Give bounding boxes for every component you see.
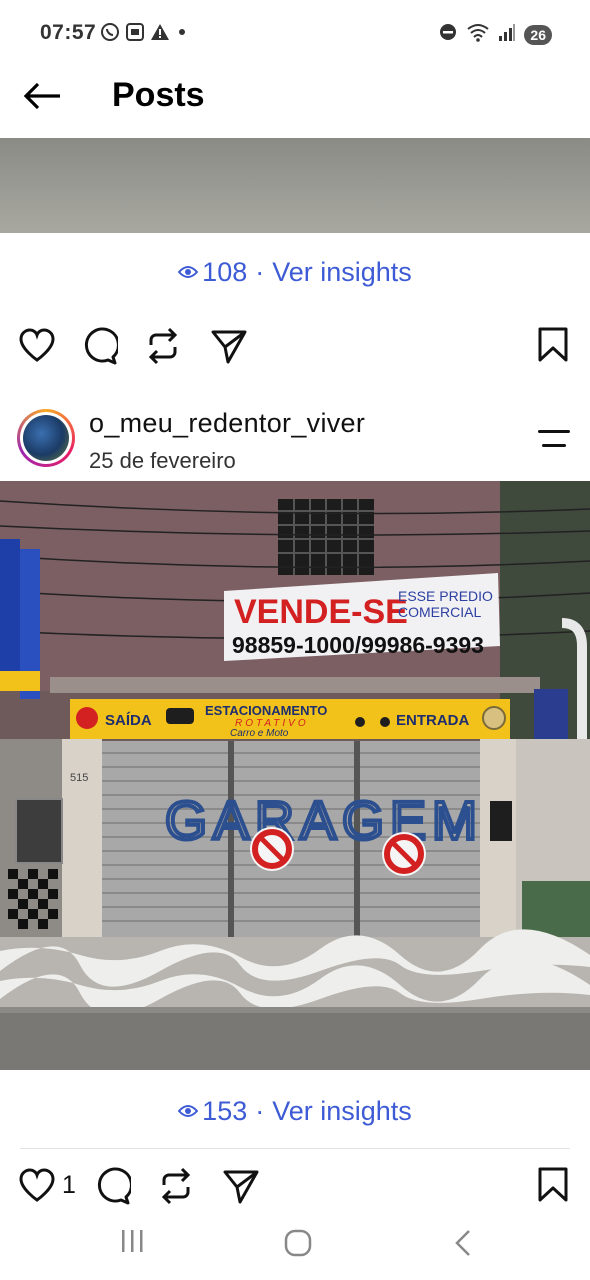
divider: [20, 1148, 570, 1149]
comment-button[interactable]: [93, 1167, 133, 1210]
post-actions: 1: [0, 1162, 590, 1212]
recents-button[interactable]: [118, 1228, 148, 1259]
comment-button[interactable]: [80, 327, 120, 370]
top-bar: Posts: [0, 68, 590, 128]
more-options-button[interactable]: [536, 426, 572, 452]
page-title: Posts: [112, 76, 205, 114]
like-button[interactable]: [18, 1167, 56, 1208]
heart-icon: [18, 1167, 56, 1208]
back-icon: [452, 1228, 474, 1263]
previous-post-actions: [0, 322, 590, 372]
banner-exit-text: SAÍDA: [105, 712, 152, 729]
graffiti-text: GARAGEM: [165, 791, 483, 851]
comment-icon: [93, 1167, 133, 1210]
share-button[interactable]: [210, 327, 248, 370]
status-bar: 07:57 26: [0, 0, 590, 68]
comment-icon: [80, 327, 120, 370]
more-icon: [536, 430, 572, 456]
banner-center-sub2: Carro e Moto: [230, 728, 289, 739]
notification-icons: [100, 22, 189, 47]
arrow-left-icon: [22, 81, 62, 116]
bookmark-icon: [537, 1167, 569, 1208]
back-button[interactable]: [22, 80, 64, 116]
share-icon: [222, 1167, 260, 1210]
door-number: 515: [70, 772, 88, 784]
battery-badge: 26: [524, 24, 552, 45]
insights-label: Ver insights: [272, 256, 412, 287]
heart-icon: [18, 327, 56, 368]
sign-phone-text: 98859-1000/99986-9393: [232, 632, 484, 658]
sign-main-text: VENDE-SE: [234, 593, 408, 631]
share-icon: [210, 327, 248, 370]
warning-icon: [150, 22, 170, 47]
home-icon: [283, 1228, 313, 1263]
dnd-icon: [438, 22, 458, 47]
avatar[interactable]: [17, 409, 75, 467]
views-count: 108: [202, 256, 248, 287]
repost-icon: [158, 1167, 194, 1210]
signal-icon: [498, 22, 516, 47]
repost-icon: [145, 327, 181, 370]
repost-button[interactable]: [158, 1167, 194, 1210]
view-insights-link[interactable]: 153 · Ver insights: [0, 1091, 590, 1131]
eye-icon: [178, 265, 199, 279]
eye-icon: [178, 1104, 199, 1118]
bookmark-button[interactable]: [537, 1167, 569, 1208]
views-count: 153: [202, 1095, 248, 1126]
status-time: 07:57: [40, 21, 97, 44]
post-header: o_meu_redentor_viver 25 de fevereiro: [0, 402, 590, 480]
system-icons: 26: [438, 22, 552, 47]
bookmark-icon: [537, 327, 569, 368]
recents-icon: [118, 1228, 148, 1259]
dot-icon: [175, 22, 189, 47]
nav-back-button[interactable]: [452, 1228, 474, 1263]
previous-post-image[interactable]: [0, 138, 590, 233]
screenshot-icon: [125, 22, 145, 47]
banner-entry-text: ENTRADA: [396, 712, 469, 729]
share-button[interactable]: [222, 1167, 260, 1210]
whatsapp-icon: [100, 22, 120, 47]
bookmark-button[interactable]: [537, 327, 569, 368]
like-button[interactable]: [18, 327, 56, 368]
view-insights-link[interactable]: 108 · Ver insights: [0, 252, 590, 292]
parking-banner: SAÍDA ESTACIONAMENTO ROTATIVO Carro e Mo…: [70, 699, 510, 739]
post-date: 25 de fevereiro: [89, 448, 236, 473]
banner-center-text: ESTACIONAMENTO: [205, 703, 327, 718]
sign-sub-text-2: COMERCIAL: [398, 604, 481, 620]
repost-button[interactable]: [145, 327, 181, 370]
system-nav-bar: [0, 1218, 590, 1270]
post-image[interactable]: VENDE-SE ESSE PREDIO COMERCIAL 98859-100…: [0, 481, 590, 1070]
wifi-icon: [466, 22, 490, 47]
separator: ·: [255, 1095, 265, 1126]
insights-label: Ver insights: [272, 1095, 412, 1126]
separator: ·: [255, 256, 265, 287]
username[interactable]: o_meu_redentor_viver: [89, 408, 365, 439]
like-count[interactable]: 1: [62, 1171, 76, 1200]
home-button[interactable]: [283, 1228, 313, 1263]
sign-sub-text-1: ESSE PREDIO: [398, 588, 493, 604]
